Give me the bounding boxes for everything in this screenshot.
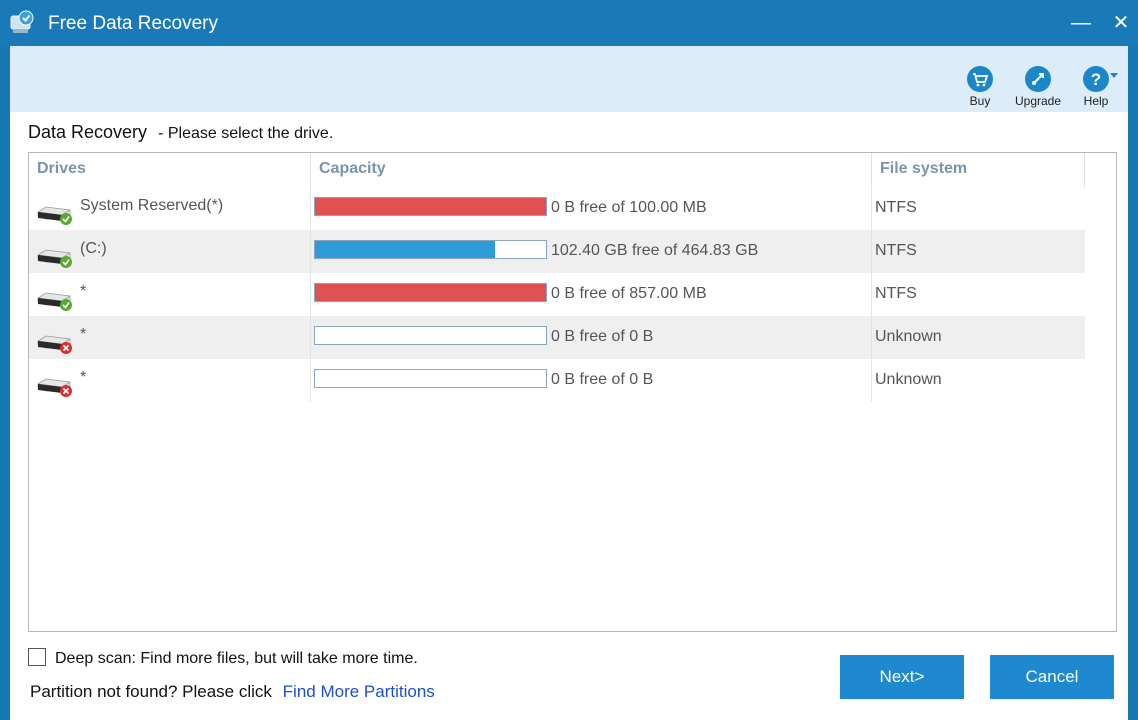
partition-prompt: Partition not found? Please click Find M… <box>30 682 435 702</box>
column-divider <box>310 359 311 402</box>
table-row[interactable]: System Reserved(*) 0 B free of 100.00 MB N… <box>29 187 1085 230</box>
file-system-text: Unknown <box>875 328 942 345</box>
find-more-partitions-link[interactable]: Find More Partitions <box>283 682 435 701</box>
hard-drive-icon <box>37 378 72 397</box>
column-divider <box>871 316 872 359</box>
capacity-text: 102.40 GB free of 464.83 GB <box>551 242 759 259</box>
table-row[interactable]: * 0 B free of 857.00 MB NTFS <box>29 273 1085 316</box>
capacity-text: 0 B free of 100.00 MB <box>551 199 707 216</box>
drive-list: System Reserved(*) 0 B free of 100.00 MB N… <box>29 187 1085 402</box>
file-system-text: NTFS <box>875 199 917 216</box>
drive-name: System Reserved(*) <box>80 197 224 214</box>
capacity-bar-fill <box>315 241 496 258</box>
capacity-bar-fill <box>315 198 546 215</box>
capacity-text: 0 B free of 0 B <box>551 371 654 388</box>
capacity-bar <box>314 197 547 216</box>
buy-button[interactable]: Buy <box>962 66 998 108</box>
drive-table: Drives Capacity File system System Reser… <box>28 152 1117 632</box>
close-button[interactable]: ✕ <box>1106 8 1136 38</box>
svg-text:?: ? <box>1091 70 1101 89</box>
upgrade-icon <box>1025 66 1051 92</box>
table-row[interactable]: * 0 B free of 0 B Unknown <box>29 316 1085 359</box>
file-system-text: Unknown <box>875 371 942 388</box>
drive-name: * <box>80 369 87 386</box>
page-title-text: Data Recovery <box>28 122 148 142</box>
capacity-bar-fill <box>315 284 546 301</box>
title-bar[interactable]: Free Data Recovery — ✕ <box>0 0 1138 46</box>
app-window: Free Data Recovery — ✕ Buy Upgrade ? Hel… <box>0 0 1138 720</box>
column-header-capacity[interactable]: Capacity <box>311 153 872 187</box>
help-button[interactable]: ? Help <box>1078 66 1118 108</box>
hard-drive-icon <box>37 335 72 354</box>
capacity-bar <box>314 326 547 345</box>
upgrade-button[interactable]: Upgrade <box>1010 66 1066 108</box>
capacity-text: 0 B free of 0 B <box>551 328 654 345</box>
next-button[interactable]: Next> <box>840 655 964 699</box>
drive-name: (C:) <box>80 240 107 257</box>
app-logo-icon <box>10 10 34 33</box>
help-icon: ? <box>1083 66 1118 92</box>
capacity-bar <box>314 369 547 388</box>
hard-drive-icon <box>37 249 72 268</box>
table-row[interactable]: (C:) 102.40 GB free of 464.83 GB NTFS <box>29 230 1085 273</box>
column-divider <box>310 230 311 273</box>
cart-icon <box>967 66 993 92</box>
capacity-bar <box>314 283 547 302</box>
column-header-file-system[interactable]: File system <box>872 153 1085 187</box>
column-divider <box>871 359 872 402</box>
capacity-bar <box>314 240 547 259</box>
deep-scan-checkbox[interactable] <box>28 648 46 666</box>
hard-drive-icon <box>37 292 72 311</box>
column-divider <box>871 187 872 230</box>
column-divider <box>871 230 872 273</box>
drive-name: * <box>80 283 87 300</box>
file-system-text: NTFS <box>875 242 917 259</box>
cancel-button[interactable]: Cancel <box>990 655 1114 699</box>
hard-drive-icon <box>37 206 72 225</box>
deep-scan-label: Deep scan: Find more files, but will tak… <box>55 650 418 667</box>
toolbar: Buy Upgrade ? Help <box>10 46 1128 112</box>
column-divider <box>871 273 872 316</box>
partition-text: Partition not found? Please click <box>30 682 272 701</box>
column-divider <box>310 187 311 230</box>
main-content: Data Recovery - Please select the drive.… <box>10 112 1128 720</box>
page-title: Data Recovery - Please select the drive. <box>28 122 333 143</box>
help-label: Help <box>1083 94 1109 108</box>
buy-label: Buy <box>969 94 991 108</box>
chevron-down-icon <box>1110 73 1118 78</box>
drive-name: * <box>80 326 87 343</box>
column-header-drives[interactable]: Drives <box>29 153 311 187</box>
page-subtitle: - Please select the drive. <box>158 125 334 142</box>
window-title: Free Data Recovery <box>48 13 219 34</box>
column-divider <box>310 273 311 316</box>
table-header: Drives Capacity File system <box>29 153 1085 187</box>
upgrade-label: Upgrade <box>1014 94 1062 108</box>
minimize-button[interactable]: — <box>1066 8 1096 38</box>
table-row[interactable]: * 0 B free of 0 B Unknown <box>29 359 1085 402</box>
capacity-text: 0 B free of 857.00 MB <box>551 285 707 302</box>
file-system-text: NTFS <box>875 285 917 302</box>
column-divider <box>310 316 311 359</box>
